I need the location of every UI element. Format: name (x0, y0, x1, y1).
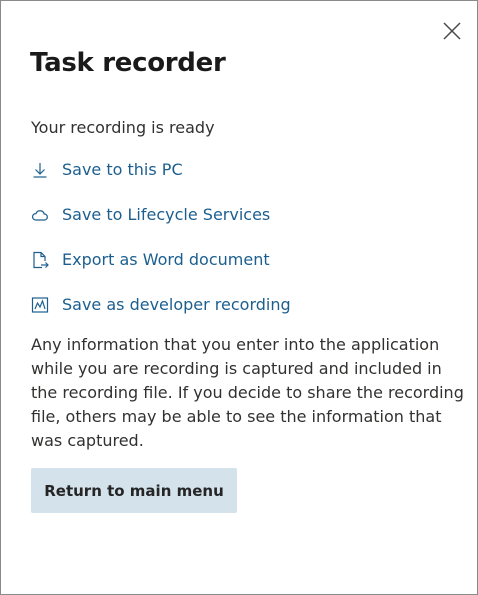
save-to-lcs-label: Save to Lifecycle Services (62, 205, 271, 224)
document-export-icon (31, 251, 49, 269)
export-word-link[interactable]: Export as Word document (31, 248, 270, 272)
export-word-label: Export as Word document (62, 250, 270, 269)
save-to-lcs-link[interactable]: Save to Lifecycle Services (31, 203, 270, 227)
cloud-icon (31, 206, 49, 224)
save-to-pc-link[interactable]: Save to this PC (31, 158, 183, 182)
save-to-pc-label: Save to this PC (62, 160, 183, 179)
save-developer-label: Save as developer recording (62, 295, 291, 314)
privacy-notice: Any information that you enter into the … (31, 335, 464, 450)
close-icon[interactable] (440, 19, 464, 43)
panel-title: Task recorder (30, 48, 226, 78)
download-icon (31, 161, 49, 179)
chart-icon (31, 296, 49, 314)
task-recorder-panel: Task recorder Your recording is ready Sa… (0, 0, 478, 595)
return-to-main-menu-button[interactable]: Return to main menu (31, 468, 237, 513)
recording-status: Your recording is ready (31, 118, 215, 137)
save-developer-link[interactable]: Save as developer recording (31, 293, 291, 317)
